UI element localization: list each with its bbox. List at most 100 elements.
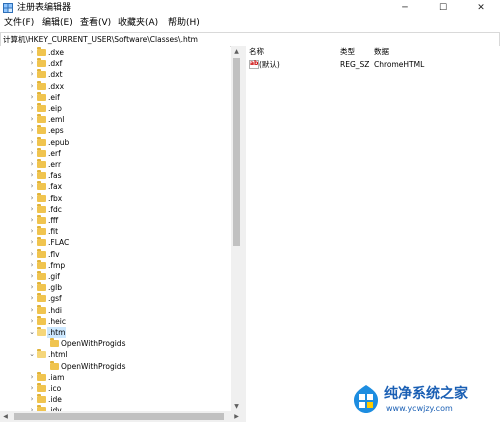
scroll-up-arrow-icon[interactable]: ▲ xyxy=(231,46,242,57)
tree-item-label[interactable]: .flv xyxy=(47,249,61,260)
collapsed-chevron-icon[interactable]: › xyxy=(28,260,36,271)
tree-scroll-thumb[interactable] xyxy=(233,58,240,246)
collapsed-chevron-icon[interactable]: › xyxy=(28,47,36,58)
tree-item[interactable]: › .heic xyxy=(0,315,230,327)
tree-item-label[interactable]: .dxx xyxy=(47,81,65,92)
tree-item[interactable]: › .eif xyxy=(0,91,230,103)
collapsed-chevron-icon[interactable]: › xyxy=(28,159,36,170)
collapsed-chevron-icon[interactable]: › xyxy=(28,114,36,125)
tree-item-label[interactable]: .epub xyxy=(47,137,70,148)
menu-file[interactable]: 文件(F) xyxy=(4,17,34,30)
tree-item[interactable]: › .gsf xyxy=(0,293,230,304)
collapsed-chevron-icon[interactable]: › xyxy=(28,193,36,204)
tree-item-label[interactable]: .hdi xyxy=(47,305,63,316)
tree-item[interactable]: › .eps xyxy=(0,125,230,136)
tree-item-label[interactable]: .fff xyxy=(47,215,59,226)
tree-item[interactable]: OpenWithProgids xyxy=(0,338,230,349)
expanded-chevron-icon[interactable]: ⌄ xyxy=(28,327,36,338)
tree-item-label[interactable]: .html xyxy=(47,349,68,360)
tree-item[interactable]: › .fdc xyxy=(0,203,230,215)
tree-item[interactable]: › .fmp xyxy=(0,259,230,271)
collapsed-chevron-icon[interactable]: › xyxy=(28,282,36,293)
collapsed-chevron-icon[interactable]: › xyxy=(28,137,36,148)
tree-item-label[interactable]: .dxt xyxy=(47,69,64,80)
tree-horizontal-scrollbar[interactable]: ◀ ▶ xyxy=(0,411,242,422)
collapsed-chevron-icon[interactable]: › xyxy=(28,226,36,237)
tree-item[interactable]: › .epub xyxy=(0,136,230,148)
collapsed-chevron-icon[interactable]: › xyxy=(28,316,36,327)
tree-item-label[interactable]: .eif xyxy=(47,92,61,103)
collapsed-chevron-icon[interactable]: › xyxy=(28,372,36,383)
column-data-header[interactable]: 数据 xyxy=(374,47,389,57)
tree-item-label[interactable]: .fdc xyxy=(47,204,63,215)
collapsed-chevron-icon[interactable]: › xyxy=(28,394,36,405)
tree-item-label[interactable]: .erf xyxy=(47,148,62,159)
tree-item-label[interactable]: OpenWithProgids xyxy=(60,361,126,372)
tree-item[interactable]: › .ico xyxy=(0,383,230,394)
menu-favorites[interactable]: 收藏夹(A) xyxy=(118,17,158,30)
tree-item[interactable]: › .fax xyxy=(0,181,230,192)
close-button[interactable]: ✕ xyxy=(462,0,500,16)
tree-item[interactable]: › .flv xyxy=(0,248,230,260)
tree-item-label[interactable]: .err xyxy=(47,159,62,170)
collapsed-chevron-icon[interactable]: › xyxy=(28,204,36,215)
tree-item-label[interactable]: .fas xyxy=(47,170,63,181)
collapsed-chevron-icon[interactable]: › xyxy=(28,305,36,316)
collapsed-chevron-icon[interactable]: › xyxy=(28,69,36,80)
tree-item[interactable]: › .fit xyxy=(0,226,230,237)
tree-item-label[interactable]: .dxe xyxy=(47,47,65,58)
tree-item-label[interactable]: .iam xyxy=(47,372,65,383)
collapsed-chevron-icon[interactable]: › xyxy=(28,181,36,192)
tree-item[interactable]: › .hdi xyxy=(0,304,230,316)
address-bar[interactable]: 计算机\HKEY_CURRENT_USER\Software\Classes\.… xyxy=(0,32,500,47)
tree-vertical-scrollbar[interactable]: ▲ ▼ xyxy=(231,46,242,412)
collapsed-chevron-icon[interactable]: › xyxy=(28,383,36,394)
collapsed-chevron-icon[interactable]: › xyxy=(28,58,36,69)
collapsed-chevron-icon[interactable]: › xyxy=(28,237,36,248)
scroll-right-arrow-icon[interactable]: ▶ xyxy=(231,411,242,422)
tree-item-label[interactable]: .dxf xyxy=(47,58,63,69)
tree-item-label[interactable]: .heic xyxy=(47,316,67,327)
tree-item-label[interactable]: .ico xyxy=(47,383,62,394)
tree-item[interactable]: › .fas xyxy=(0,170,230,181)
collapsed-chevron-icon[interactable]: › xyxy=(28,249,36,260)
scroll-left-arrow-icon[interactable]: ◀ xyxy=(0,411,11,422)
tree-item[interactable]: › .dxf xyxy=(0,58,230,69)
tree-item-label[interactable]: .fax xyxy=(47,181,63,192)
tree-item[interactable]: › .ide xyxy=(0,394,230,405)
tree-item[interactable]: › .fff xyxy=(0,215,230,226)
collapsed-chevron-icon[interactable]: › xyxy=(28,215,36,226)
tree-item[interactable]: › .erf xyxy=(0,147,230,159)
value-type[interactable]: REG_SZ xyxy=(340,59,369,70)
value-name[interactable]: (默认) xyxy=(259,59,280,70)
collapsed-chevron-icon[interactable]: › xyxy=(28,148,36,159)
tree-item[interactable]: › .dxx xyxy=(0,80,230,92)
collapsed-chevron-icon[interactable]: › xyxy=(28,92,36,103)
column-name-header[interactable]: 名称 xyxy=(249,47,264,57)
collapsed-chevron-icon[interactable]: › xyxy=(28,271,36,282)
tree-item-label[interactable]: .fbx xyxy=(47,193,63,204)
tree-item[interactable]: ⌄ .htm xyxy=(0,327,230,338)
tree-item[interactable]: › .err xyxy=(0,159,230,170)
menu-help[interactable]: 帮助(H) xyxy=(168,17,200,30)
tree-item-label[interactable]: .FLAC xyxy=(47,237,70,248)
expanded-chevron-icon[interactable]: ⌄ xyxy=(28,349,36,360)
tree-item[interactable]: › .eip xyxy=(0,103,230,114)
tree-item[interactable]: › .gif xyxy=(0,271,230,282)
tree-item-label[interactable]: .gsf xyxy=(47,293,63,304)
tree-item[interactable]: › .glb xyxy=(0,282,230,293)
tree-item-label[interactable]: OpenWithProgids xyxy=(60,338,126,349)
tree-item-label[interactable]: .eip xyxy=(47,103,63,114)
tree-item-label[interactable]: .fit xyxy=(47,226,59,237)
tree-item[interactable]: › .dxe xyxy=(0,47,230,58)
tree-item[interactable]: › .FLAC xyxy=(0,237,230,248)
collapsed-chevron-icon[interactable]: › xyxy=(28,125,36,136)
maximize-button[interactable]: ☐ xyxy=(424,0,462,16)
value-data[interactable]: ChromeHTML xyxy=(374,59,424,70)
column-type-header[interactable]: 类型 xyxy=(340,47,355,57)
collapsed-chevron-icon[interactable]: › xyxy=(28,170,36,181)
tree-item[interactable]: ⌄ .html xyxy=(0,349,230,360)
tree-item[interactable]: › .fbx xyxy=(0,192,230,204)
tree-item[interactable]: OpenWithProgids xyxy=(0,360,230,372)
tree-item-label[interactable]: .ide xyxy=(47,394,63,405)
